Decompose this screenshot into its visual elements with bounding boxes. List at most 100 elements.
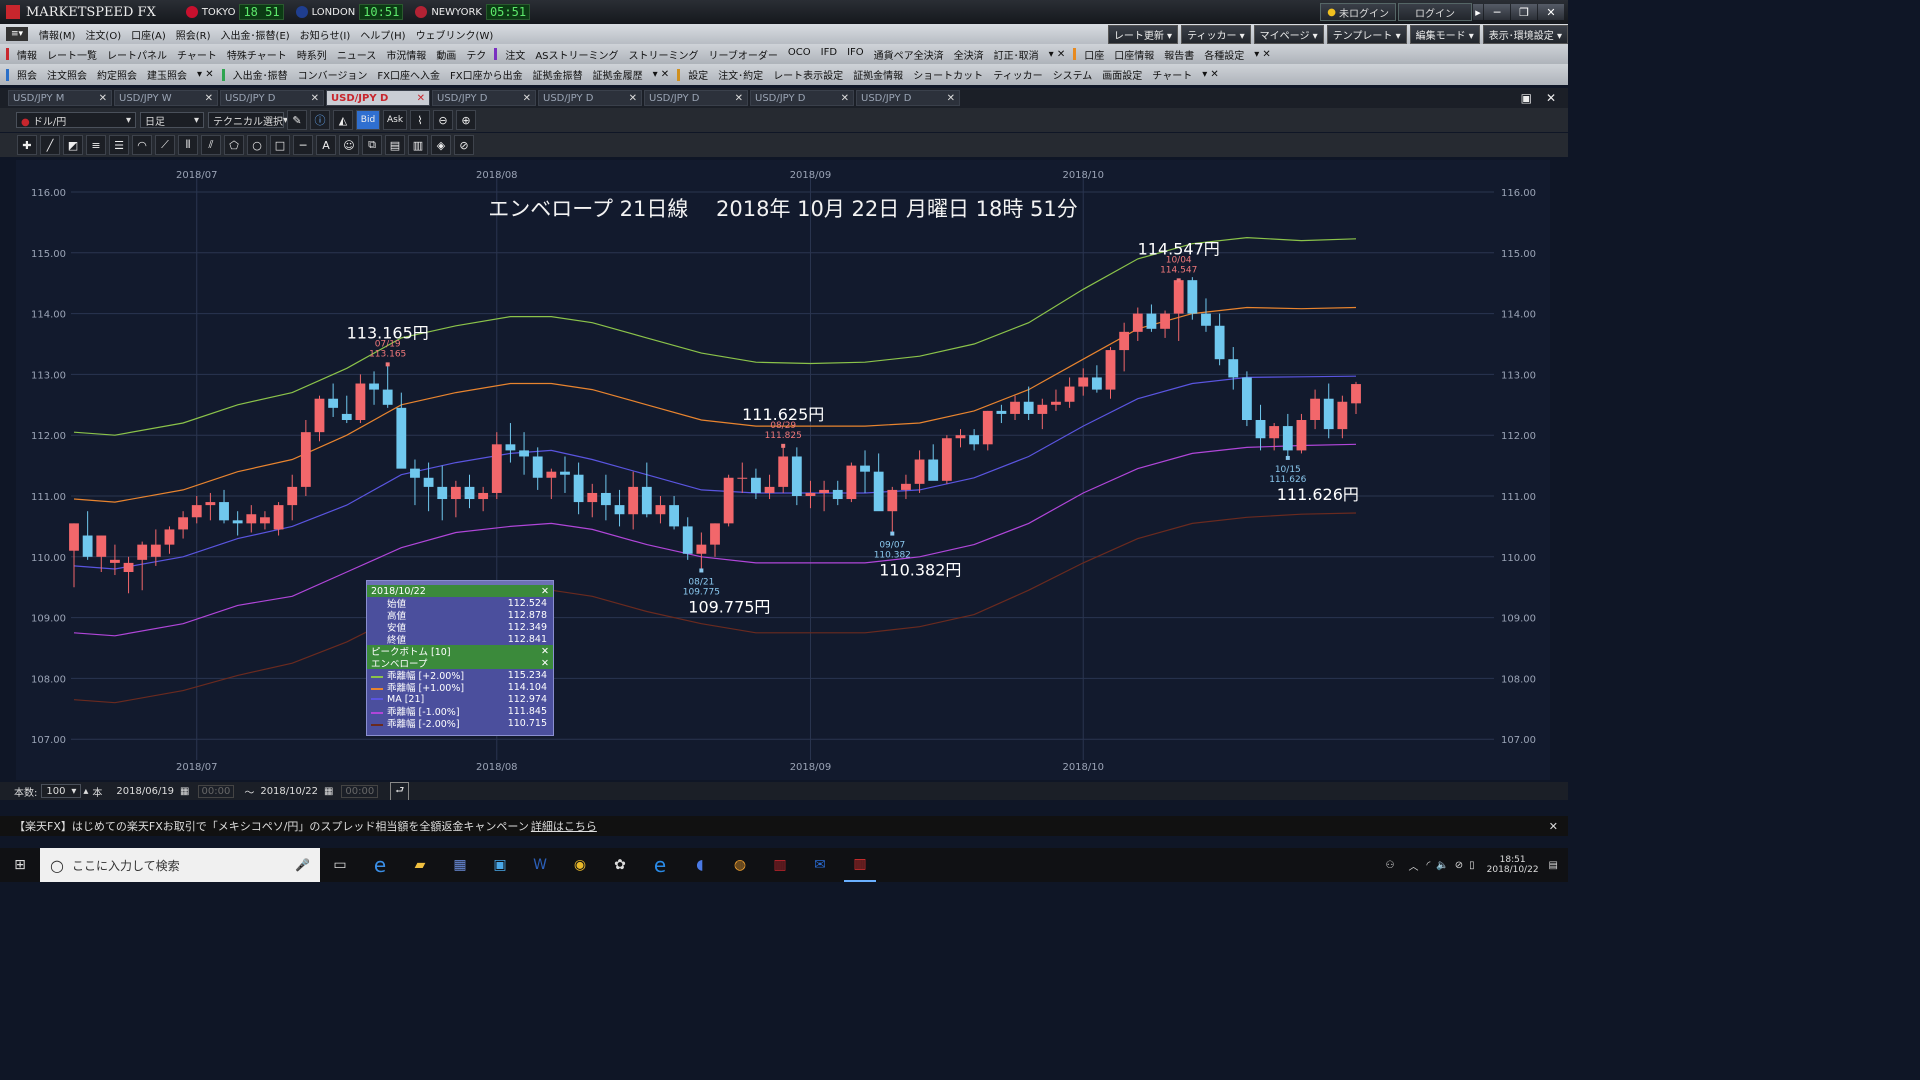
windows-start-icon[interactable]: ⊞ bbox=[4, 849, 36, 881]
technical-select[interactable]: テクニカル選択 ▾ bbox=[208, 112, 288, 128]
cut-icon[interactable]: ▥ bbox=[408, 135, 428, 155]
period-select[interactable]: 日足 ▾ bbox=[140, 112, 204, 128]
hlines-icon[interactable]: ≡ bbox=[86, 135, 106, 155]
app-icon[interactable]: ◖ bbox=[684, 849, 716, 881]
grid-icon[interactable]: ⦀ bbox=[178, 135, 198, 155]
menu-item[interactable]: 口座(A) bbox=[126, 27, 171, 42]
login-button[interactable]: ログイン bbox=[1398, 3, 1472, 21]
chart-type-icon[interactable]: ⌇ bbox=[410, 110, 430, 130]
menu-item[interactable]: 情報(M) bbox=[34, 27, 80, 42]
app2-icon[interactable]: ◍ bbox=[724, 849, 756, 881]
toolbar-item[interactable]: OCO bbox=[783, 47, 816, 62]
toolbar-item[interactable]: 口座情報 bbox=[1109, 47, 1159, 62]
chart-tab[interactable]: USD/JPY W ✕ bbox=[114, 90, 218, 106]
maximize-chart-icon[interactable]: ▣ bbox=[1521, 91, 1532, 105]
calculator-icon[interactable]: ▦ bbox=[444, 849, 476, 881]
info-icon[interactable]: ⓘ bbox=[310, 110, 330, 130]
lines-icon[interactable]: ☰ bbox=[109, 135, 129, 155]
tooltip-close-icon[interactable]: ✕ bbox=[541, 586, 549, 597]
menu-right-button[interactable]: 編集モード ▾ bbox=[1409, 24, 1480, 44]
news-link[interactable]: 詳細はこちら bbox=[531, 818, 597, 834]
price-chart[interactable]: 116.00 116.00 115.00 115.00 114.00 114.00 113.… bbox=[16, 160, 1550, 780]
tab-close-icon[interactable]: ✕ bbox=[311, 93, 319, 104]
group-inquiry-label[interactable]: 照会 bbox=[12, 67, 42, 82]
tab-close-icon[interactable]: ✕ bbox=[735, 93, 743, 104]
menu-item[interactable]: 入出金･振替(E) bbox=[216, 27, 295, 42]
data-tooltip[interactable]: 2018/10/22 ✕ 始値 112.524 高値 112.878 安値 112.349 終… bbox=[366, 580, 554, 736]
group-settings-label[interactable]: 設定 bbox=[683, 67, 713, 82]
outlook-icon[interactable]: ✉ bbox=[804, 849, 836, 881]
app-tray-icon[interactable]: ⊘ bbox=[1455, 860, 1463, 871]
currency-pair-select[interactable]: ● ドル/円 ▾ bbox=[16, 112, 136, 128]
channel-icon[interactable]: ⫽ bbox=[201, 135, 221, 155]
toolbar-item[interactable]: 約定照会 bbox=[92, 67, 142, 82]
group-info-label[interactable]: 情報 bbox=[12, 47, 42, 62]
chart-tab[interactable]: USD/JPY D ✕ bbox=[750, 90, 854, 106]
calendar-icon[interactable]: ▦ bbox=[180, 786, 189, 797]
circle-icon[interactable]: ○ bbox=[247, 135, 267, 155]
calendar-icon[interactable]: ▦ bbox=[324, 786, 333, 797]
toolbar-item[interactable]: IFO bbox=[842, 47, 869, 62]
microphone-icon[interactable]: 🎤 bbox=[295, 858, 310, 872]
ie-icon[interactable]: e bbox=[364, 849, 396, 881]
toolbar-item[interactable]: コンバージョン bbox=[293, 67, 373, 82]
chart-tab[interactable]: USD/JPY D ✕ bbox=[432, 90, 536, 106]
word-icon[interactable]: W bbox=[524, 849, 556, 881]
from-date[interactable]: 2018/06/19 bbox=[116, 786, 174, 797]
toolbar-item[interactable]: 証拠金履歴 bbox=[588, 67, 648, 82]
chart-tab[interactable]: USD/JPY D ✕ bbox=[538, 90, 642, 106]
group-account-label[interactable]: 口座 bbox=[1079, 47, 1109, 62]
toolbar-item[interactable]: 全決済 bbox=[949, 47, 989, 62]
toolbar-item[interactable]: 特殊チャート bbox=[222, 47, 292, 62]
arc-icon[interactable]: ◠ bbox=[132, 135, 152, 155]
menu-item[interactable]: ウェブリンク(W) bbox=[411, 27, 499, 42]
rect-icon[interactable]: □ bbox=[270, 135, 290, 155]
marketspeed-active-icon[interactable]: ▥ bbox=[844, 848, 876, 882]
chart-tab[interactable]: USD/JPY D ✕ bbox=[220, 90, 324, 106]
toolbar-item[interactable]: 市況情報 bbox=[381, 47, 431, 62]
system-menu-icon[interactable]: ≡▾ bbox=[6, 27, 28, 41]
crosshair-icon[interactable]: ✚ bbox=[17, 135, 37, 155]
bid-button[interactable]: Bid bbox=[356, 110, 380, 130]
toolbar-item[interactable]: 時系列 bbox=[292, 47, 332, 62]
to-date[interactable]: 2018/10/22 bbox=[260, 786, 318, 797]
paint-icon[interactable]: ✿ bbox=[604, 849, 636, 881]
pentagon-icon[interactable]: ⬠ bbox=[224, 135, 244, 155]
toolbar-item[interactable]: チャート bbox=[172, 47, 222, 62]
toolbar-item[interactable]: 証拠金情報 bbox=[848, 67, 908, 82]
toolbar-item[interactable]: チャート bbox=[1147, 67, 1197, 82]
toolbar-item[interactable]: 画面設定 bbox=[1097, 67, 1147, 82]
area-chart-icon[interactable]: ◭ bbox=[333, 110, 353, 130]
icon-icon[interactable]: ☺ bbox=[339, 135, 359, 155]
eraser2-icon[interactable]: ◈ bbox=[431, 135, 451, 155]
toolbar-item[interactable]: 動画 bbox=[431, 47, 461, 62]
toolbar-item[interactable]: リーブオーダー bbox=[704, 47, 783, 62]
tab-close-icon[interactable]: ✕ bbox=[523, 93, 531, 104]
news-close-icon[interactable]: ✕ bbox=[1549, 820, 1558, 833]
menu-item[interactable]: 照会(R) bbox=[171, 27, 216, 42]
task-view-icon[interactable]: ▭ bbox=[324, 849, 356, 881]
tab-close-icon[interactable]: ✕ bbox=[417, 93, 425, 104]
menu-right-button[interactable]: マイページ ▾ bbox=[1253, 24, 1324, 44]
scroll-right-icon[interactable]: ▸ bbox=[1473, 4, 1483, 20]
restore-icon[interactable]: ❐ bbox=[1511, 4, 1537, 20]
toolbar-item[interactable]: ASストリーミング bbox=[530, 47, 623, 62]
ask-button[interactable]: Ask bbox=[383, 110, 407, 130]
menu-item[interactable]: ヘルプ(H) bbox=[355, 27, 410, 42]
chart-tab[interactable]: USD/JPY D ✕ bbox=[856, 90, 960, 106]
refresh-icon[interactable]: ⮐ bbox=[390, 782, 410, 800]
toolbar-item[interactable]: 注文照会 bbox=[42, 67, 92, 82]
notification-icon[interactable]: ▤ bbox=[1549, 860, 1558, 871]
tab-close-icon[interactable]: ✕ bbox=[205, 93, 213, 104]
toolbar-item[interactable]: レートパネル bbox=[102, 47, 172, 62]
toolbar-item[interactable]: 訂正･取消 bbox=[989, 47, 1044, 62]
edge-icon[interactable]: e bbox=[644, 849, 676, 881]
delete-icon[interactable]: ⊘ bbox=[454, 135, 474, 155]
from-time[interactable]: 00:00 bbox=[197, 784, 235, 798]
menu-item[interactable]: お知らせ(I) bbox=[295, 27, 356, 42]
tab-close-icon[interactable]: ✕ bbox=[629, 93, 637, 104]
toolbar-item[interactable]: IFD bbox=[816, 47, 842, 62]
menu-right-button[interactable]: ティッカー ▾ bbox=[1181, 24, 1251, 44]
ime-icon[interactable]: ▯ bbox=[1469, 860, 1475, 871]
group-transfer-label[interactable]: 入出金･振替 bbox=[228, 67, 293, 82]
